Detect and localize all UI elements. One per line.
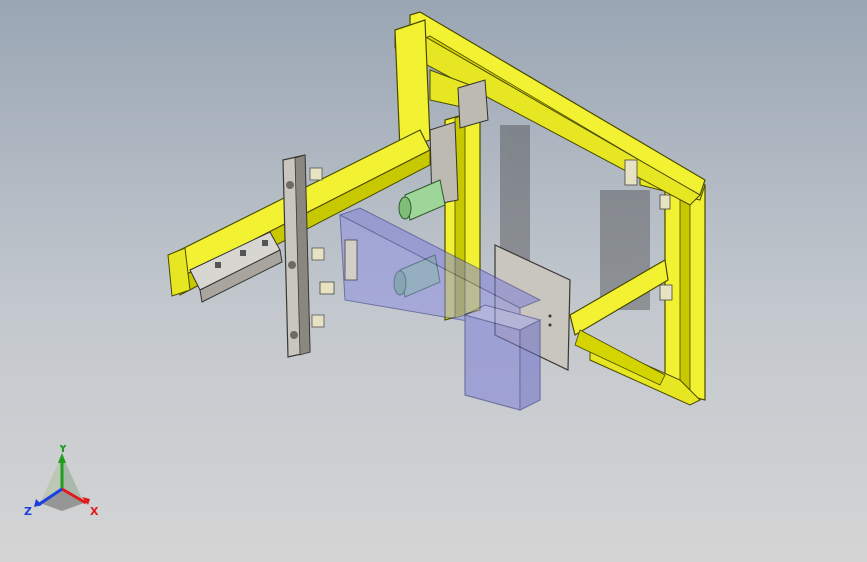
triad-x-label: X — [90, 505, 99, 518]
triad-z-label: Z — [24, 505, 32, 518]
coordinate-triad-icon: Y X Z — [24, 445, 99, 518]
triad-y-label: Y — [58, 445, 68, 455]
cad-model-assembly[interactable] — [0, 0, 867, 562]
cad-viewport[interactable]: Y X Z — [0, 0, 867, 562]
